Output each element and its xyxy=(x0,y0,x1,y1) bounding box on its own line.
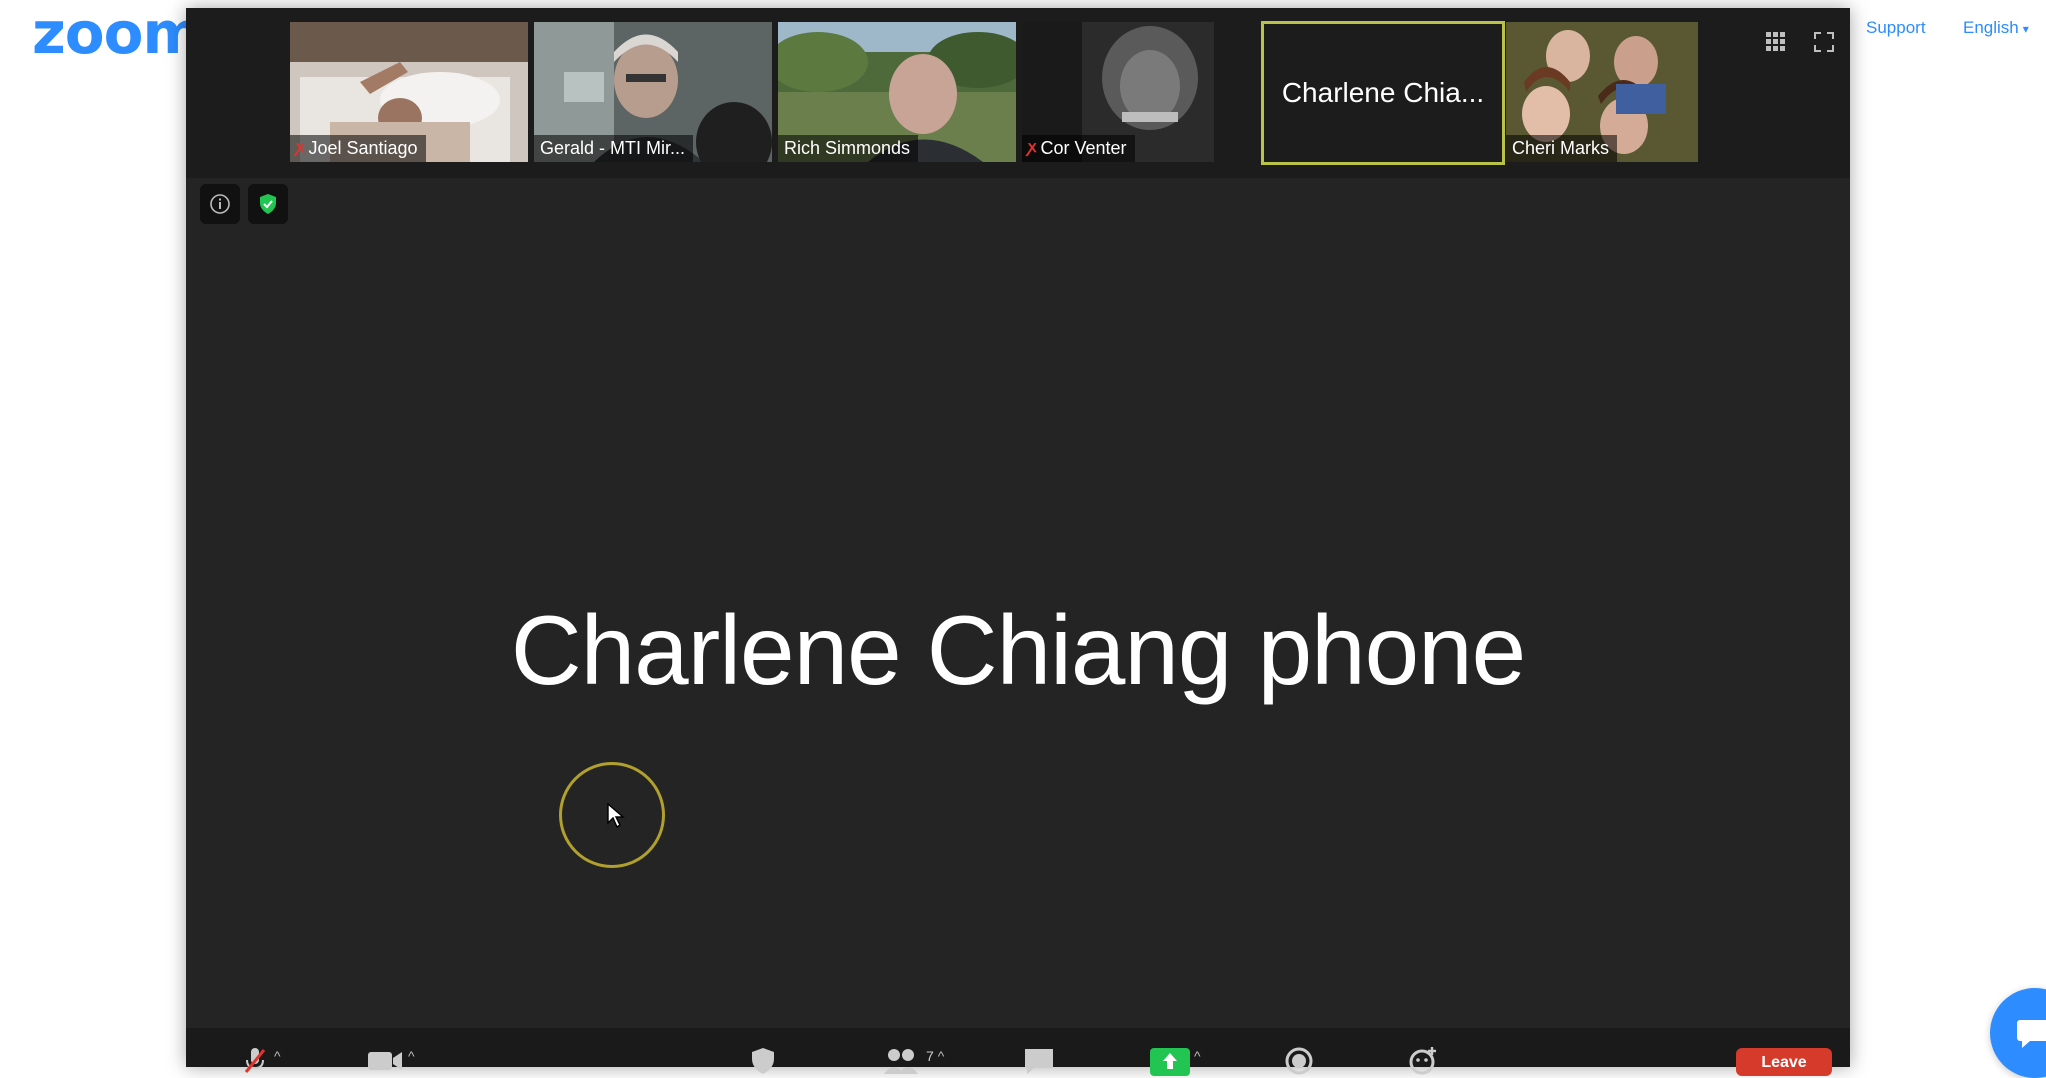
reactions-icon xyxy=(1409,1047,1436,1075)
encryption-status-button[interactable] xyxy=(248,184,288,224)
grid-view-icon xyxy=(1766,32,1785,51)
participant-name: Cor Venter xyxy=(1040,138,1127,158)
participant-name: Gerald - MTI Mir... xyxy=(540,138,686,158)
chevron-up-icon[interactable]: ^ xyxy=(1194,1048,1201,1064)
participant-tile[interactable]: ꭗ Joel Santiago xyxy=(290,22,528,162)
shield-check-icon xyxy=(260,194,276,214)
participant-strip: ꭗ Joel Santiago Gerald - MTI Mir... Rich… xyxy=(186,8,1850,178)
participants-count: 7 xyxy=(926,1048,934,1064)
cursor-highlight xyxy=(559,762,665,868)
meeting-info-group xyxy=(200,184,288,224)
participant-tile[interactable]: ꭗ Cor Venter xyxy=(1022,22,1214,162)
mute-button[interactable]: ^ xyxy=(240,1046,281,1076)
language-label: English xyxy=(1963,18,2019,37)
participants-button[interactable]: 7 ^ xyxy=(882,1046,944,1076)
chat-button[interactable] xyxy=(1022,1046,1056,1076)
video-camera-icon xyxy=(368,1052,402,1070)
share-screen-button[interactable]: ^ xyxy=(1150,1046,1201,1076)
active-speaker-name: Charlene Chiang phone xyxy=(510,595,1526,705)
participants-icon xyxy=(884,1049,918,1074)
meeting-toolbar: ^ ^ 7 ^ ^ xyxy=(186,1028,1850,1076)
participant-tile[interactable]: Cheri Marks xyxy=(1506,22,1698,162)
muted-mic-icon: ꭗ xyxy=(1028,139,1037,156)
chat-support-button[interactable] xyxy=(1990,988,2046,1078)
chat-icon xyxy=(1025,1049,1053,1074)
record-icon xyxy=(1285,1047,1313,1075)
mouse-pointer-icon xyxy=(607,803,625,829)
info-icon xyxy=(210,194,230,214)
chat-icon xyxy=(2017,1020,2046,1048)
participant-name-tag: Gerald - MTI Mir... xyxy=(534,135,694,162)
microphone-muted-icon xyxy=(244,1048,266,1073)
fullscreen-icon xyxy=(1814,32,1834,52)
support-link[interactable]: Support xyxy=(1866,18,1926,38)
leave-meeting-button[interactable]: Leave xyxy=(1736,1048,1832,1076)
active-speaker-tile[interactable]: Charlene Chia... xyxy=(1261,21,1505,165)
participant-tile[interactable]: Rich Simmonds xyxy=(778,22,1016,162)
chevron-up-icon[interactable]: ^ xyxy=(274,1048,281,1064)
meeting-info-button[interactable] xyxy=(200,184,240,224)
participant-name-tag: ꭗ Joel Santiago xyxy=(290,135,426,162)
chevron-up-icon[interactable]: ^ xyxy=(938,1048,945,1064)
shield-icon xyxy=(752,1048,774,1074)
participant-name: Rich Simmonds xyxy=(784,138,911,158)
video-button[interactable]: ^ xyxy=(366,1046,415,1076)
participant-name-tag: Rich Simmonds xyxy=(778,135,919,162)
record-button[interactable] xyxy=(1284,1046,1314,1076)
participant-name-tag: Cheri Marks xyxy=(1506,135,1618,162)
share-screen-icon xyxy=(1150,1048,1190,1076)
security-button[interactable] xyxy=(748,1046,778,1076)
gallery-view-button[interactable] xyxy=(1764,30,1788,54)
chevron-down-icon: ▾ xyxy=(2022,22,2029,36)
language-dropdown[interactable]: English ▾ xyxy=(1963,18,2029,38)
meeting-window: ꭗ Joel Santiago Gerald - MTI Mir... Rich… xyxy=(186,8,1850,1076)
zoom-logo[interactable]: zoom xyxy=(32,2,203,64)
participant-name: Joel Santiago xyxy=(308,138,418,158)
chevron-up-icon[interactable]: ^ xyxy=(408,1048,415,1064)
participant-name: Charlene Chia... xyxy=(1281,77,1485,108)
fullscreen-button[interactable] xyxy=(1812,30,1836,54)
muted-mic-icon: ꭗ xyxy=(296,139,305,156)
participant-tile[interactable]: Gerald - MTI Mir... xyxy=(534,22,772,162)
participant-name-tag: ꭗ Cor Venter xyxy=(1022,135,1135,162)
participant-name: Cheri Marks xyxy=(1512,138,1610,158)
reactions-button[interactable] xyxy=(1408,1046,1440,1076)
